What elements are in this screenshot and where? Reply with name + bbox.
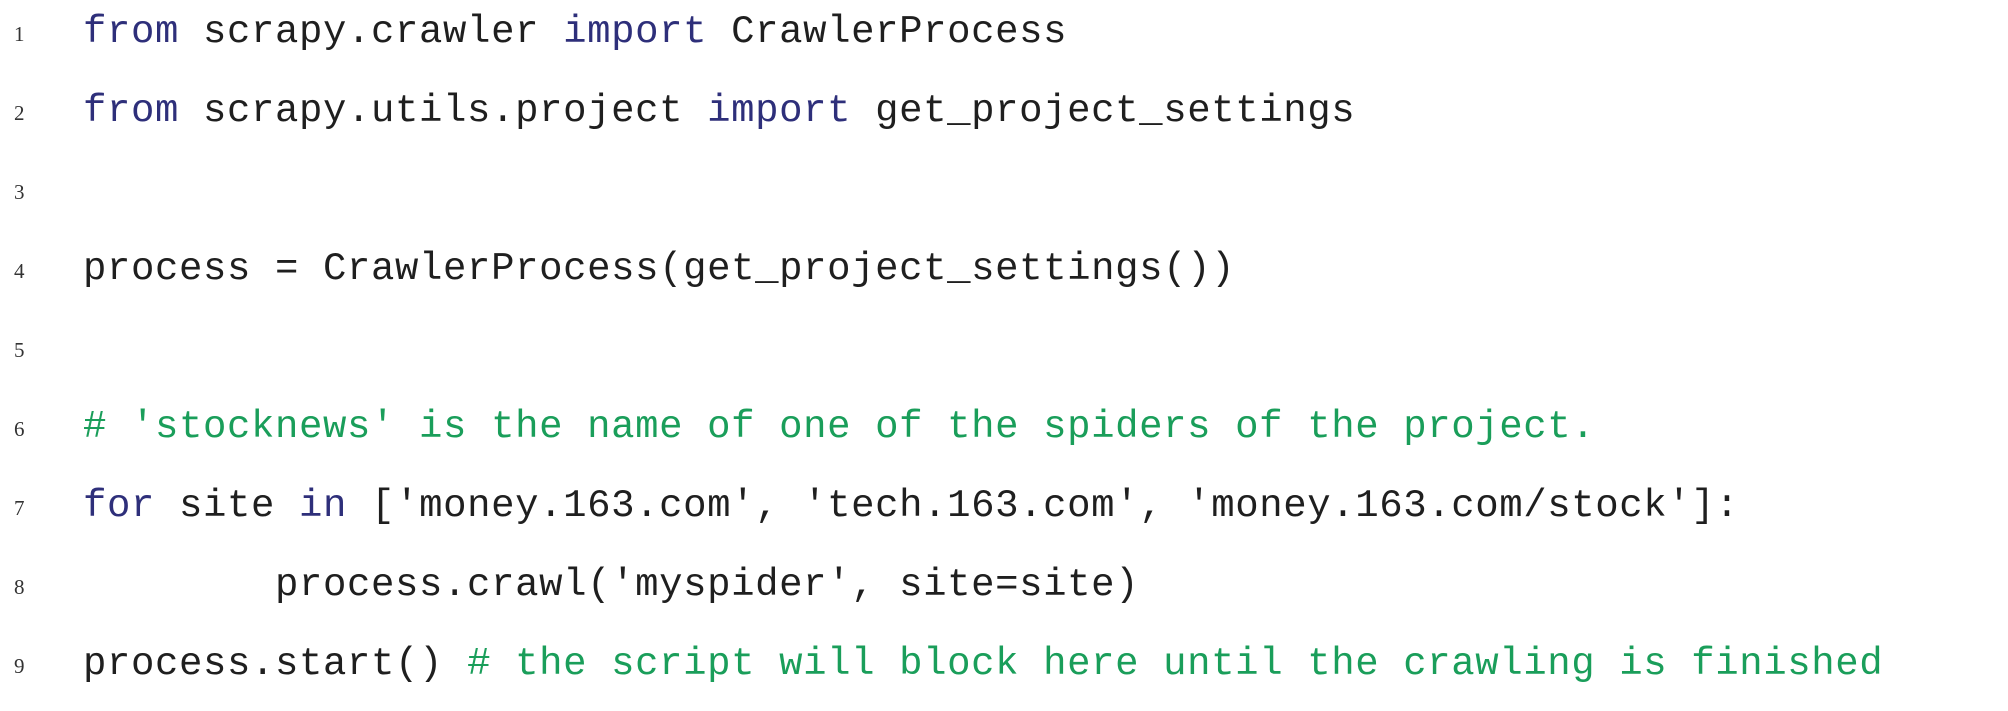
text-token: ['money.163.com', 'tech.163.com', 'money… [347,484,1740,528]
line-number: 8 [14,575,25,599]
comment-token: # 'stocknews' is the name of one of the … [83,405,1596,449]
line-number: 3 [14,180,25,204]
line-number: 5 [14,338,25,362]
code-line-6: 6 # 'stocknews' is the name of one of th… [0,395,2008,474]
line-number: 7 [14,496,25,520]
code-line-9: 9 process.start() # the script will bloc… [0,632,2008,711]
code-line-8: 8 process.crawl('myspider', site=site) [0,553,2008,632]
line-number: 6 [14,417,25,441]
code-text: process.start() # the script will block … [83,640,1883,688]
code-text: from scrapy.crawler import CrawlerProces… [83,8,1067,56]
code-line-5: 5 [0,316,2008,395]
line-number: 9 [14,654,25,678]
text-token: scrapy.utils.project [179,89,708,133]
code-text: for site in ['money.163.com', 'tech.163.… [83,482,1739,530]
keyword-token: import [563,10,708,54]
code-text: from scrapy.utils.project import get_pro… [83,87,1355,135]
code-line-1: 1 from scrapy.crawler import CrawlerProc… [0,0,2008,79]
code-text: process.crawl('myspider', site=site) [83,561,1139,609]
keyword-token: for [83,484,156,528]
line-number: 1 [14,22,25,46]
keyword-token: in [299,484,348,528]
keyword-token: from [83,10,180,54]
code-line-2: 2 from scrapy.utils.project import get_p… [0,79,2008,158]
code-text: process = CrawlerProcess(get_project_set… [83,245,1235,293]
text-token: get_project_settings [851,89,1356,133]
line-number: 2 [14,101,25,125]
text-token: CrawlerProcess [707,10,1068,54]
code-listing: 1 from scrapy.crawler import CrawlerProc… [0,0,2008,706]
code-text: # 'stocknews' is the name of one of the … [83,403,1595,451]
comment-token: # the script will block here until the c… [467,642,1884,686]
keyword-token: import [707,89,852,133]
code-line-3: 3 [0,158,2008,237]
text-token: process.crawl('myspider', site=site) [83,563,1140,607]
line-number: 4 [14,259,25,283]
code-line-4: 4 process = CrawlerProcess(get_project_s… [0,237,2008,316]
text-token: process = CrawlerProcess(get_project_set… [83,247,1236,291]
text-token: scrapy.crawler [179,10,564,54]
text-token: site [155,484,300,528]
text-token: process.start() [83,642,468,686]
code-line-7: 7 for site in ['money.163.com', 'tech.16… [0,474,2008,553]
keyword-token: from [83,89,180,133]
